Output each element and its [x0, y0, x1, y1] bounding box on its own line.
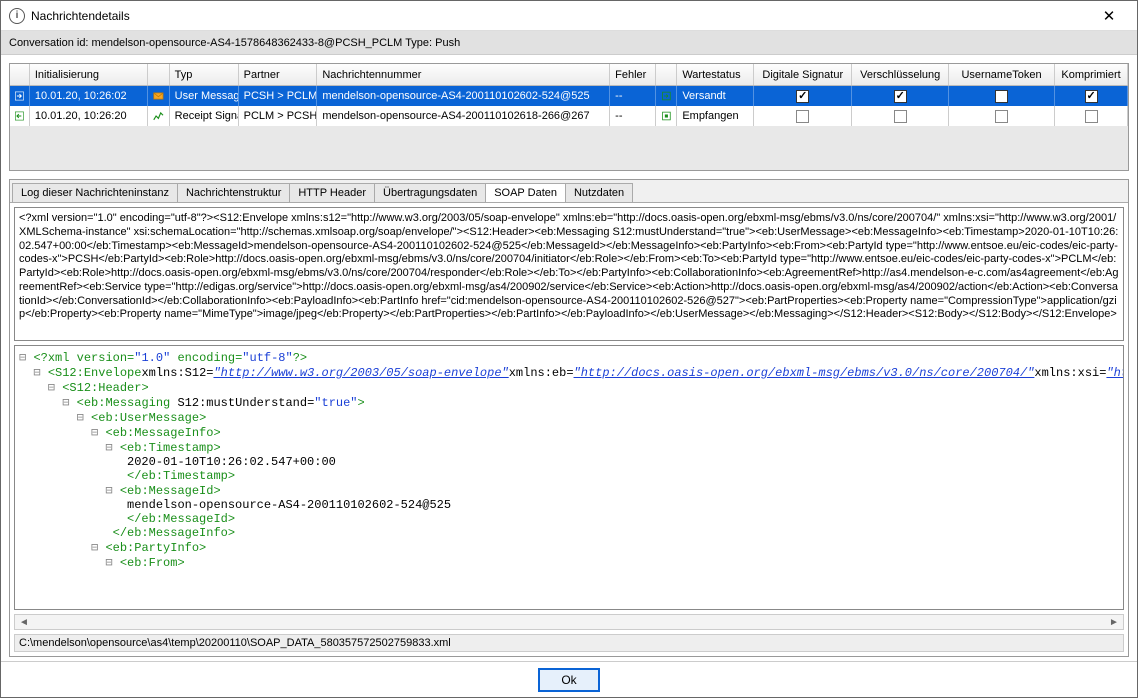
- table-row[interactable]: 10.01.20, 10:26:02 User MessagePCSH > PCL…: [10, 86, 1128, 106]
- cell-enc: [852, 86, 948, 106]
- col-wstatus[interactable]: Wartestatus: [677, 64, 754, 85]
- cell-utok: [949, 86, 1055, 106]
- col-enc[interactable]: Verschlüsselung: [852, 64, 948, 85]
- type-icon: [148, 86, 170, 106]
- col-typicon[interactable]: [148, 64, 170, 85]
- col-sig[interactable]: Digitale Signatur: [754, 64, 852, 85]
- cell-utok: [949, 106, 1055, 126]
- details-tabs: Log dieser NachrichteninstanzNachrichten…: [9, 179, 1129, 657]
- col-wsicon[interactable]: [656, 64, 678, 85]
- tab-nutzdaten[interactable]: Nutzdaten: [565, 183, 633, 202]
- direction-icon: [10, 86, 30, 106]
- wait-status-icon: [656, 86, 678, 106]
- message-grid: Initialisierung Typ Partner Nachrichtenn…: [9, 63, 1129, 171]
- col-init[interactable]: Initialisierung: [30, 64, 148, 85]
- direction-icon: [10, 106, 30, 126]
- cell-sig: [754, 86, 852, 106]
- tab-soap-daten[interactable]: SOAP Daten: [485, 183, 566, 202]
- cell-partner: PCSH > PCLM: [239, 86, 318, 106]
- ok-button[interactable]: Ok: [539, 669, 599, 691]
- cell-fehler: --: [610, 86, 655, 106]
- cell-fehler: --: [610, 106, 655, 126]
- soap-raw-text[interactable]: <?xml version="1.0" encoding="utf-8"?><S…: [14, 207, 1124, 341]
- cell-enc: [852, 106, 948, 126]
- col-msg[interactable]: Nachrichtennummer: [317, 64, 610, 85]
- cell-msg: mendelson-opensource-AS4-200110102618-26…: [317, 106, 610, 126]
- col-utok[interactable]: UsernameToken: [949, 64, 1055, 85]
- close-icon[interactable]: ✕: [1089, 2, 1129, 30]
- cell-sig: [754, 106, 852, 126]
- cell-typ: User Message: [170, 86, 239, 106]
- col-komp[interactable]: Komprimiert: [1055, 64, 1128, 85]
- col-icon[interactable]: [10, 64, 30, 85]
- titlebar: i Nachrichtendetails ✕: [1, 1, 1137, 31]
- cell-komp: [1055, 86, 1128, 106]
- cell-init: 10.01.20, 10:26:20: [30, 106, 148, 126]
- type-icon: [148, 106, 170, 126]
- tabbar: Log dieser NachrichteninstanzNachrichten…: [10, 180, 1128, 202]
- tab--bertragungsdaten[interactable]: Übertragungsdaten: [374, 183, 486, 202]
- scroll-left-icon[interactable]: ◄: [17, 617, 31, 628]
- soap-tree[interactable]: ⊟ <?xml version="1.0" encoding="utf-8"?>…: [14, 345, 1124, 610]
- tab-nachrichtenstruktur[interactable]: Nachrichtenstruktur: [177, 183, 290, 202]
- cell-partner: PCLM > PCSH: [239, 106, 318, 126]
- scroll-right-icon[interactable]: ►: [1107, 617, 1121, 628]
- tab-http-header[interactable]: HTTP Header: [289, 183, 375, 202]
- file-path-bar: C:\mendelson\opensource\as4\temp\2020011…: [14, 634, 1124, 652]
- conversation-bar: Conversation id: mendelson-opensource-AS…: [1, 31, 1137, 55]
- wait-status-icon: [656, 106, 678, 126]
- window-title: Nachrichtendetails: [31, 9, 1089, 23]
- dialog-footer: Ok: [1, 661, 1137, 697]
- cell-typ: Receipt Signal: [170, 106, 239, 126]
- cell-init: 10.01.20, 10:26:02: [30, 86, 148, 106]
- tab-content-soap: <?xml version="1.0" encoding="utf-8"?><S…: [10, 202, 1128, 656]
- cell-komp: [1055, 106, 1128, 126]
- grid-header: Initialisierung Typ Partner Nachrichtenn…: [10, 64, 1128, 86]
- app-icon: i: [9, 8, 25, 24]
- col-typ[interactable]: Typ: [170, 64, 239, 85]
- cell-wstatus: Empfangen: [677, 106, 754, 126]
- col-fehler[interactable]: Fehler: [610, 64, 655, 85]
- table-row[interactable]: 10.01.20, 10:26:20 Receipt SignalPCLM > P…: [10, 106, 1128, 126]
- col-partner[interactable]: Partner: [239, 64, 318, 85]
- horizontal-scrollbar[interactable]: ◄ ►: [14, 614, 1124, 630]
- cell-wstatus: Versandt: [677, 86, 754, 106]
- tab-log-dieser-nachrichteninstanz[interactable]: Log dieser Nachrichteninstanz: [12, 183, 178, 202]
- cell-msg: mendelson-opensource-AS4-200110102602-52…: [317, 86, 610, 106]
